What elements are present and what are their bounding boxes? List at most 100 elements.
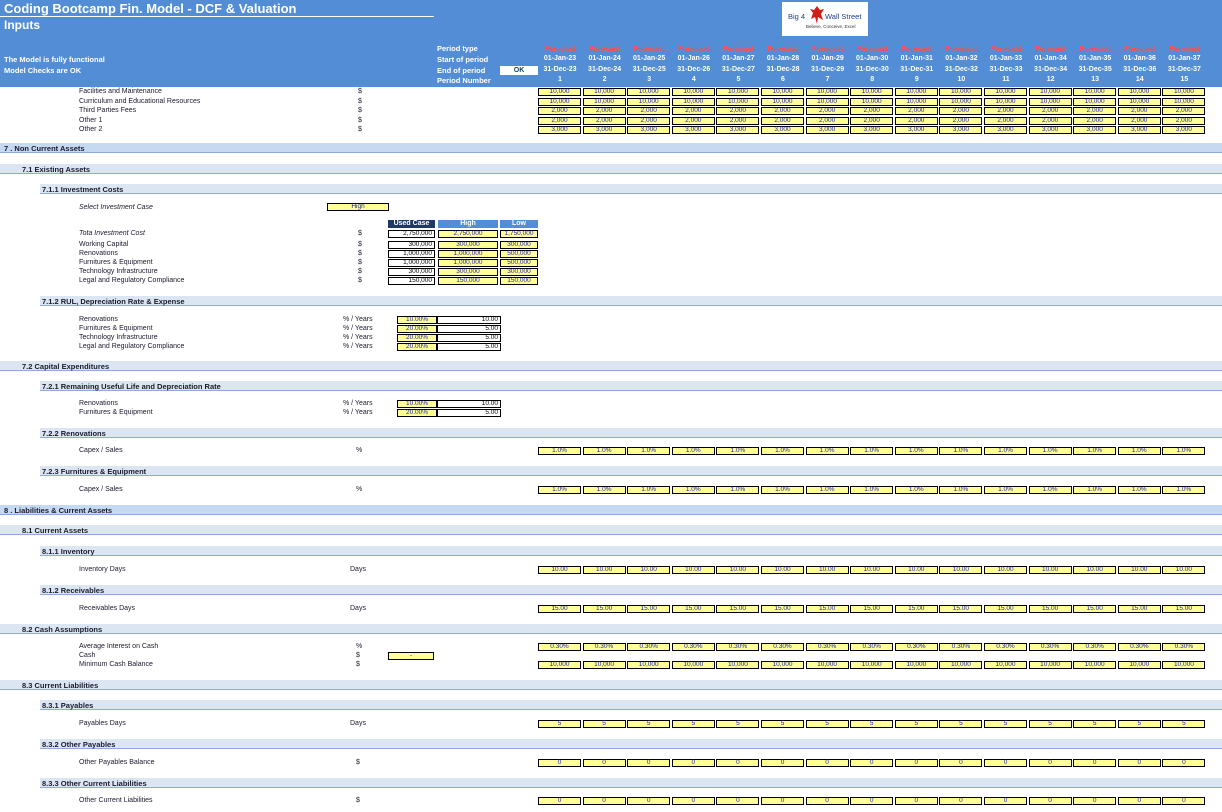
input-cell[interactable]: 2,000 — [582, 107, 626, 115]
investment-value-cell[interactable]: 2,750,000 — [438, 230, 498, 238]
input-cell[interactable]: 0 — [894, 797, 938, 805]
input-cell[interactable]: 0 — [671, 797, 715, 805]
input-cell[interactable]: 10,000 — [1028, 97, 1072, 106]
input-cell[interactable]: 0.30% — [1028, 643, 1072, 651]
input-cell[interactable]: 0 — [627, 759, 671, 767]
input-cell[interactable]: 3,000 — [627, 126, 671, 134]
input-cell[interactable]: 10,000 — [582, 97, 626, 106]
input-cell[interactable]: 10,000 — [1117, 661, 1161, 669]
input-cell[interactable]: 1.0% — [850, 447, 894, 455]
input-cell[interactable]: 0 — [538, 759, 581, 767]
input-cell[interactable]: 2,000 — [939, 116, 983, 125]
input-cell[interactable]: 10,000 — [984, 661, 1027, 669]
input-cell[interactable]: 10,000 — [1028, 88, 1072, 96]
investment-value-cell[interactable]: 1,000,000 — [438, 259, 498, 267]
investment-value-cell[interactable]: 300,000 — [438, 241, 498, 249]
input-cell[interactable]: 0 — [761, 797, 804, 805]
input-cell[interactable]: 0 — [627, 797, 671, 805]
input-cell[interactable]: 2,000 — [1028, 107, 1072, 115]
investment-value-cell[interactable]: 300,000 — [500, 241, 538, 249]
input-cell[interactable]: 2,000 — [850, 116, 894, 125]
input-cell[interactable]: 15.00 — [1162, 605, 1206, 613]
input-cell[interactable]: 5 — [1073, 720, 1117, 728]
input-cell[interactable]: 15.00 — [627, 605, 671, 613]
input-cell[interactable]: 3,000 — [538, 126, 581, 134]
input-cell[interactable]: 0 — [939, 797, 983, 805]
input-cell[interactable]: 0 — [805, 759, 849, 767]
input-cell[interactable]: 10,000 — [1073, 97, 1117, 106]
input-cell[interactable]: 10.00 — [538, 566, 581, 574]
input-cell[interactable]: 0.30% — [1162, 643, 1206, 651]
input-cell[interactable]: 10.00 — [761, 566, 804, 574]
input-cell[interactable]: 3,000 — [894, 126, 938, 134]
input-cell[interactable]: 1.0% — [1162, 447, 1206, 455]
input-cell[interactable]: 0 — [761, 759, 804, 767]
input-cell[interactable]: 3,000 — [716, 126, 760, 134]
input-cell[interactable]: 0.30% — [538, 643, 581, 651]
input-cell[interactable]: 0 — [939, 759, 983, 767]
input-cell[interactable]: 2,000 — [671, 116, 715, 125]
input-cell[interactable]: 3,000 — [582, 126, 626, 134]
input-cell[interactable]: 3,000 — [761, 126, 804, 134]
input-cell[interactable]: 10,000 — [761, 97, 804, 106]
input-cell[interactable]: 0.30% — [671, 643, 715, 651]
input-cell[interactable]: 2,000 — [805, 107, 849, 115]
input-cell[interactable]: 10.00 — [627, 566, 671, 574]
input-cell[interactable]: 0 — [984, 759, 1027, 767]
input-cell[interactable]: 5 — [1028, 720, 1072, 728]
input-cell[interactable]: 10,000 — [1162, 97, 1206, 106]
input-cell[interactable]: 2,000 — [1117, 116, 1161, 125]
input-cell[interactable]: 10,000 — [1117, 88, 1161, 96]
input-cell[interactable]: 0.30% — [1073, 643, 1117, 651]
input-cell[interactable]: 1.0% — [538, 447, 581, 455]
input-cell[interactable]: 5 — [939, 720, 983, 728]
input-cell[interactable]: 0.30% — [582, 643, 626, 651]
input-cell[interactable]: 2,000 — [894, 107, 938, 115]
input-cell[interactable]: 2,000 — [805, 116, 849, 125]
input-cell[interactable]: 2,000 — [1073, 107, 1117, 115]
input-cell[interactable]: 10.00 — [1117, 566, 1161, 574]
input-cell[interactable]: 10,000 — [1117, 97, 1161, 106]
capex-rate-cell[interactable]: 10.00% — [397, 400, 437, 408]
input-cell[interactable]: 2,000 — [850, 107, 894, 115]
input-cell[interactable]: 0.30% — [850, 643, 894, 651]
input-cell[interactable]: 10.00 — [984, 566, 1027, 574]
input-cell[interactable]: 0 — [1073, 797, 1117, 805]
input-cell[interactable]: 10.00 — [850, 566, 894, 574]
input-cell[interactable]: 2,000 — [1028, 116, 1072, 125]
input-cell[interactable]: 1.0% — [582, 447, 626, 455]
input-cell[interactable]: 3,000 — [850, 126, 894, 134]
input-cell[interactable]: 10,000 — [939, 661, 983, 669]
input-cell[interactable]: 10.00 — [1028, 566, 1072, 574]
investment-value-cell[interactable]: 1,000,000 — [438, 250, 498, 258]
input-cell[interactable]: 2,000 — [984, 107, 1027, 115]
input-cell[interactable]: 0.30% — [627, 643, 671, 651]
input-cell[interactable]: 10.00 — [1073, 566, 1117, 574]
input-cell[interactable]: 10,000 — [1073, 661, 1117, 669]
input-cell[interactable]: 10,000 — [984, 88, 1027, 96]
input-cell[interactable]: 2,000 — [1162, 116, 1206, 125]
input-cell[interactable]: 2,000 — [1073, 116, 1117, 125]
input-cell[interactable]: 0 — [1028, 759, 1072, 767]
input-cell[interactable]: 2,000 — [671, 107, 715, 115]
input-cell[interactable]: 0 — [1073, 759, 1117, 767]
input-cell[interactable]: 10,000 — [671, 661, 715, 669]
input-cell[interactable]: 1.0% — [1073, 447, 1117, 455]
input-cell[interactable]: 10,000 — [716, 661, 760, 669]
input-cell[interactable]: 15.00 — [984, 605, 1027, 613]
input-cell[interactable]: 5 — [716, 720, 760, 728]
input-cell[interactable]: 10.00 — [805, 566, 849, 574]
input-cell[interactable]: 10,000 — [850, 88, 894, 96]
input-cell[interactable]: 1.0% — [805, 486, 849, 494]
input-cell[interactable]: 15.00 — [805, 605, 849, 613]
input-cell[interactable]: 10.00 — [671, 566, 715, 574]
input-cell[interactable]: 10,000 — [716, 88, 760, 96]
input-cell[interactable]: 1.0% — [1028, 447, 1072, 455]
input-cell[interactable]: 2,000 — [716, 116, 760, 125]
input-cell[interactable]: 10,000 — [716, 97, 760, 106]
input-cell[interactable]: 3,000 — [805, 126, 849, 134]
input-cell[interactable]: 1.0% — [627, 486, 671, 494]
depreciation-rate-cell[interactable]: 20.00% — [397, 343, 437, 351]
input-cell[interactable]: 10,000 — [538, 661, 581, 669]
input-cell[interactable]: 0 — [1028, 797, 1072, 805]
